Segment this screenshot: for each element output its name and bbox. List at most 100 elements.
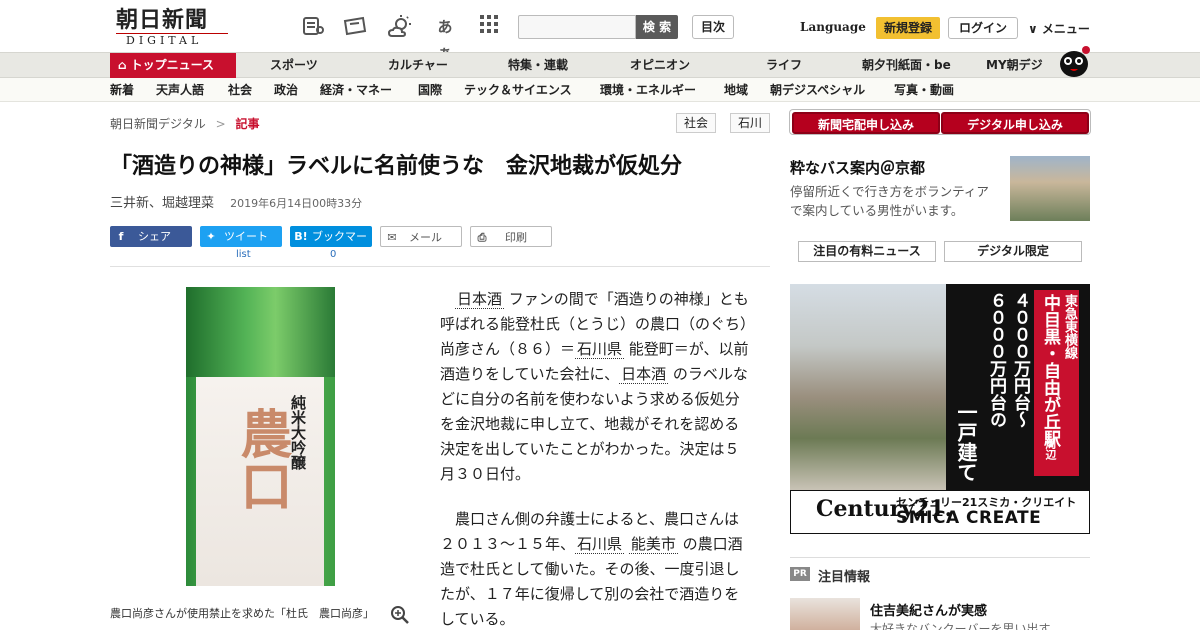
article-authors: 三井新、堀越理菜 xyxy=(110,196,215,211)
nav2-environment[interactable]: 環境・エネルギー xyxy=(600,78,696,102)
ad-price: ４０００万円台～６０００万円台の xyxy=(986,292,1030,428)
mail-icon: ✉ xyxy=(387,231,397,244)
twitter-icon: ✦ xyxy=(206,230,216,243)
mail-share-button[interactable]: ✉ メール xyxy=(380,226,462,247)
facebook-share-label: シェア xyxy=(138,230,171,243)
newspaper-icon[interactable] xyxy=(300,14,326,40)
sidebar-divider xyxy=(790,557,1090,558)
ad-house-photo xyxy=(790,284,946,490)
hatena-icon: B! xyxy=(294,230,308,243)
nav-culture[interactable]: カルチャー xyxy=(388,53,448,78)
divider xyxy=(110,266,770,267)
tab-digital-only[interactable]: デジタル限定 xyxy=(944,241,1082,262)
font-size-icon[interactable]: あぁ xyxy=(432,14,458,62)
nav2-special[interactable]: 朝デジスペシャル xyxy=(770,78,865,102)
print-label: 印刷 xyxy=(505,231,527,244)
tag-ishikawa[interactable]: 石川 xyxy=(730,113,771,133)
promo-image[interactable] xyxy=(1010,156,1090,221)
keyword-link[interactable]: 石川県 xyxy=(575,535,625,554)
facebook-share-button[interactable]: f シェア xyxy=(110,226,192,247)
nav2-latest[interactable]: 新着 xyxy=(110,78,134,102)
primary-nav: ⌂ トップニュース スポーツ カルチャー 特集・連載 オピニオン ライフ 朝夕刊紙… xyxy=(0,52,1200,78)
nav2-politics[interactable]: 政治 xyxy=(274,78,298,102)
hatena-count[interactable]: 0 xyxy=(330,249,336,260)
search-button[interactable]: 検 索 xyxy=(636,15,678,39)
search-input[interactable] xyxy=(518,15,636,39)
language-link[interactable]: Language xyxy=(800,20,866,34)
mascot-icon[interactable] xyxy=(1056,42,1092,78)
article-paragraph: 農口さん側の弁護士によると、農口さんは２０１３～１５年、 石川県 能美市 の農口酒… xyxy=(440,507,750,630)
bottle-label: 純米大吟醸 農口 xyxy=(196,377,324,586)
pr-badge: PR xyxy=(790,567,810,581)
breadcrumb-separator: > xyxy=(215,117,226,131)
nav-paper[interactable]: 朝夕刊紙面・be xyxy=(862,53,951,78)
weather-icon[interactable] xyxy=(386,14,412,40)
facebook-icon: f xyxy=(118,230,124,243)
register-button[interactable]: 新規登録 xyxy=(876,17,940,39)
secondary-nav: 新着 天声人語 社会 政治 経済・マネー 国際 テック＆サイエンス 環境・エネル… xyxy=(0,78,1200,102)
nav-life[interactable]: ライフ xyxy=(766,53,802,78)
nav-top-news[interactable]: ⌂ トップニュース xyxy=(110,53,236,78)
promo-title[interactable]: 粋なバス案内＠京都 xyxy=(790,157,925,178)
tag-society[interactable]: 社会 xyxy=(676,113,717,133)
twitter-share-button[interactable]: ✦ ツイート xyxy=(200,226,282,247)
twitter-list-link[interactable]: list xyxy=(236,249,251,260)
article-paragraph: 日本酒 ファンの間で「酒造りの神様」とも呼ばれる能登杜氏（とうじ）の農口（のぐち… xyxy=(440,287,750,487)
nav2-tenseijingo[interactable]: 天声人語 xyxy=(156,78,204,102)
label-brand-text: 農口 xyxy=(231,407,292,511)
bottle-neck xyxy=(186,287,335,377)
article-body: 日本酒 ファンの間で「酒造りの神様」とも呼ばれる能登杜氏（とうじ）の農口（のぐち… xyxy=(440,287,750,630)
keyword-link[interactable]: 日本酒 xyxy=(619,365,669,384)
article-photo[interactable]: 純米大吟醸 農口 xyxy=(186,287,335,586)
nav-features[interactable]: 特集・連載 xyxy=(508,53,568,78)
print-button[interactable]: ⎙ 印刷 xyxy=(470,226,552,247)
pr-description: 大好きなバンクーバーを思い出す xyxy=(870,622,1051,630)
ad-station: 中目黒・自由が丘駅 xyxy=(1040,294,1060,447)
pr-thumbnail[interactable] xyxy=(790,598,860,630)
article-date: 2019年6月14日00時33分 xyxy=(230,197,363,210)
nav-sports[interactable]: スポーツ xyxy=(270,53,318,78)
hatena-bookmark-button[interactable]: B! ブックマーク xyxy=(290,226,372,264)
pr-heading: 注目情報 xyxy=(818,570,871,585)
nav2-society[interactable]: 社会 xyxy=(228,78,252,102)
grid-menu-icon[interactable] xyxy=(476,14,502,40)
site-header: 朝日新聞 DIGITAL あぁ 検 索 目次 Language 新規登録 ログイ… xyxy=(0,0,1200,62)
login-button[interactable]: ログイン xyxy=(948,17,1018,39)
keyword-link[interactable]: 日本酒 xyxy=(455,290,505,309)
breadcrumb: 朝日新聞デジタル > 記事 xyxy=(110,115,260,132)
keyword-link[interactable]: 能美市 xyxy=(628,535,678,554)
nav2-photo[interactable]: 写真・動画 xyxy=(894,78,954,102)
nav2-region[interactable]: 地域 xyxy=(724,78,748,102)
article-byline: 三井新、堀越理菜 2019年6月14日00時33分 xyxy=(110,192,362,211)
digital-subscribe-button[interactable]: デジタル申し込み xyxy=(941,112,1089,134)
mail-label: メール xyxy=(409,231,442,244)
ad-house-type: 一戸建て xyxy=(954,402,978,482)
ad-banner[interactable]: 東急東横線 中目黒・自由が丘駅 周辺 ４０００万円台～６０００万円台の 一戸建て… xyxy=(790,284,1090,534)
article-title: 「酒造りの神様」ラベルに名前使うな 金沢地裁が仮処分 xyxy=(110,154,683,179)
nav2-economy[interactable]: 経済・マネー xyxy=(320,78,392,102)
nav2-international[interactable]: 国際 xyxy=(418,78,442,102)
site-logo[interactable]: 朝日新聞 DIGITAL xyxy=(116,8,228,48)
keyword-link[interactable]: 石川県 xyxy=(575,340,625,359)
nav-my-asahi[interactable]: MY朝デジ xyxy=(986,53,1043,78)
toc-button[interactable]: 目次 xyxy=(692,15,734,39)
photo-caption: 農口尚彦さんが使用禁止を求めた「杜氏 農口尚彦」 xyxy=(110,607,374,620)
pr-title[interactable]: 住吉美紀さんが実感 xyxy=(870,600,987,619)
logo-main-text: 朝日新聞 xyxy=(116,7,209,33)
ticket-icon[interactable] xyxy=(342,14,368,40)
promo-description: 停留所近くで行き方をボランティアで案内している男性がいます。 xyxy=(790,184,989,218)
nav-opinion[interactable]: オピニオン xyxy=(630,53,690,78)
breadcrumb-home[interactable]: 朝日新聞デジタル xyxy=(110,117,206,131)
ad-station-sub: 周辺 xyxy=(1044,438,1057,460)
menu-button[interactable]: ∨ メニュー xyxy=(1028,20,1090,37)
twitter-share-label: ツイート xyxy=(224,230,268,243)
ad-company-name: SMICA CREATE xyxy=(896,508,1042,528)
zoom-icon[interactable] xyxy=(390,605,410,625)
nav-top-news-label: トップニュース xyxy=(130,58,214,72)
breadcrumb-current: 記事 xyxy=(235,117,260,131)
nav2-tech[interactable]: テック＆サイエンス xyxy=(464,78,572,102)
paper-subscribe-button[interactable]: 新聞宅配申し込み xyxy=(792,112,940,134)
logo-sub-text: DIGITAL xyxy=(116,33,228,47)
tab-premium-news[interactable]: 注目の有料ニュース xyxy=(798,241,936,262)
home-icon: ⌂ xyxy=(118,58,127,72)
